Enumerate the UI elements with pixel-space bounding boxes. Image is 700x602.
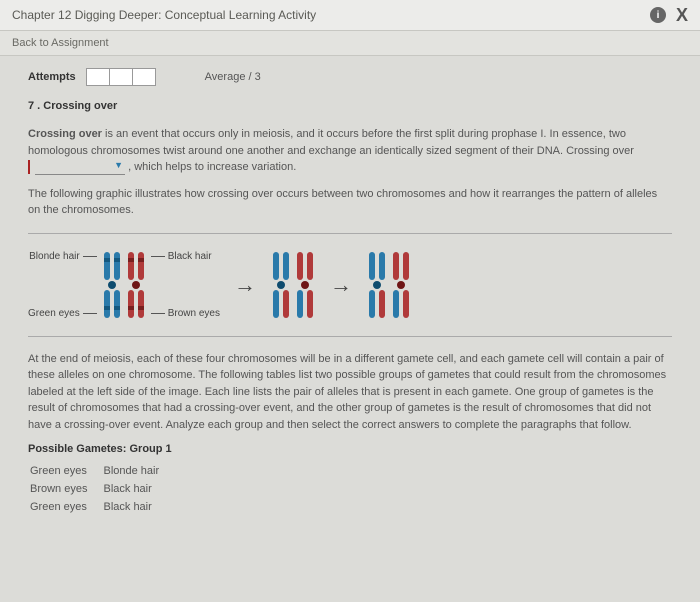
label-dash <box>83 313 97 314</box>
paragraph-2: The following graphic illustrates how cr… <box>28 186 672 219</box>
label-blonde-hair: Blonde hair <box>29 251 80 262</box>
label-dash <box>151 313 165 314</box>
attempt-box-1[interactable] <box>86 68 110 86</box>
table-row: Green eyesBlonde hair <box>30 463 173 479</box>
attempts-label: Attempts <box>28 71 76 83</box>
cell: Green eyes <box>30 499 101 515</box>
average-label: Average / 3 <box>205 71 261 83</box>
chromosome-blue-3 <box>366 250 388 320</box>
attempt-box-2[interactable] <box>109 68 133 86</box>
attempts-row: Attempts Average / 3 <box>28 68 672 86</box>
main-content: Attempts Average / 3 7 . Crossing over C… <box>0 56 700 529</box>
labels-left: Blonde hair Green eyes <box>28 251 97 319</box>
arrow-icon: → <box>234 272 256 298</box>
chromosome-stage-2 <box>270 250 316 320</box>
labels-right: Black hair Brown eyes <box>151 251 220 319</box>
cell: Black hair <box>103 499 173 515</box>
label-brown-eyes: Brown eyes <box>168 308 220 319</box>
cell: Black hair <box>103 481 173 497</box>
title-bar: Chapter 12 Digging Deeper: Conceptual Le… <box>0 0 700 31</box>
fade-overlay <box>0 572 700 602</box>
group-1-title: Possible Gametes: Group 1 <box>28 443 672 455</box>
chromosome-blue-1 <box>101 250 123 320</box>
group-1-table: Green eyesBlonde hair Brown eyesBlack ha… <box>28 461 175 517</box>
chromosome-stage-1: Blonde hair Green eyes <box>28 250 220 320</box>
label-green-eyes: Green eyes <box>28 308 80 319</box>
chromosome-blue-2 <box>270 250 292 320</box>
page-title: Chapter 12 Digging Deeper: Conceptual Le… <box>12 8 316 22</box>
chromosome-red-1 <box>125 250 147 320</box>
info-icon[interactable]: i <box>650 7 666 23</box>
close-icon[interactable]: X <box>676 6 688 24</box>
table-row: Green eyesBlack hair <box>30 499 173 515</box>
p1-text-a: is an event that occurs only in meiosis,… <box>28 128 634 157</box>
chromosome-red-3 <box>390 250 412 320</box>
cell: Green eyes <box>30 463 101 479</box>
label-dash <box>83 256 97 257</box>
chromosome-stage-3 <box>366 250 412 320</box>
question-title: 7 . Crossing over <box>28 100 672 112</box>
text-cursor <box>28 160 30 174</box>
dropdown-blank-1[interactable] <box>35 159 125 175</box>
cell: Blonde hair <box>103 463 173 479</box>
term-crossing-over: Crossing over <box>28 128 102 140</box>
label-dash <box>151 256 165 257</box>
p1-text-b: , which helps to increase variation. <box>128 161 296 173</box>
attempt-boxes <box>86 68 155 86</box>
table-row: Brown eyesBlack hair <box>30 481 173 497</box>
window-controls: i X <box>650 6 688 24</box>
label-black-hair: Black hair <box>168 251 212 262</box>
chromosome-red-2 <box>294 250 316 320</box>
crossing-over-diagram: Blonde hair Green eyes <box>28 233 672 337</box>
arrow-icon: → <box>330 272 352 298</box>
paragraph-1: Crossing over is an event that occurs on… <box>28 126 672 176</box>
cell: Brown eyes <box>30 481 101 497</box>
paragraph-3: At the end of meiosis, each of these fou… <box>28 351 672 434</box>
gametes-group-1: Possible Gametes: Group 1 Green eyesBlon… <box>28 443 672 517</box>
back-to-assignment-link[interactable]: Back to Assignment <box>0 31 700 56</box>
attempt-box-3[interactable] <box>132 68 156 86</box>
